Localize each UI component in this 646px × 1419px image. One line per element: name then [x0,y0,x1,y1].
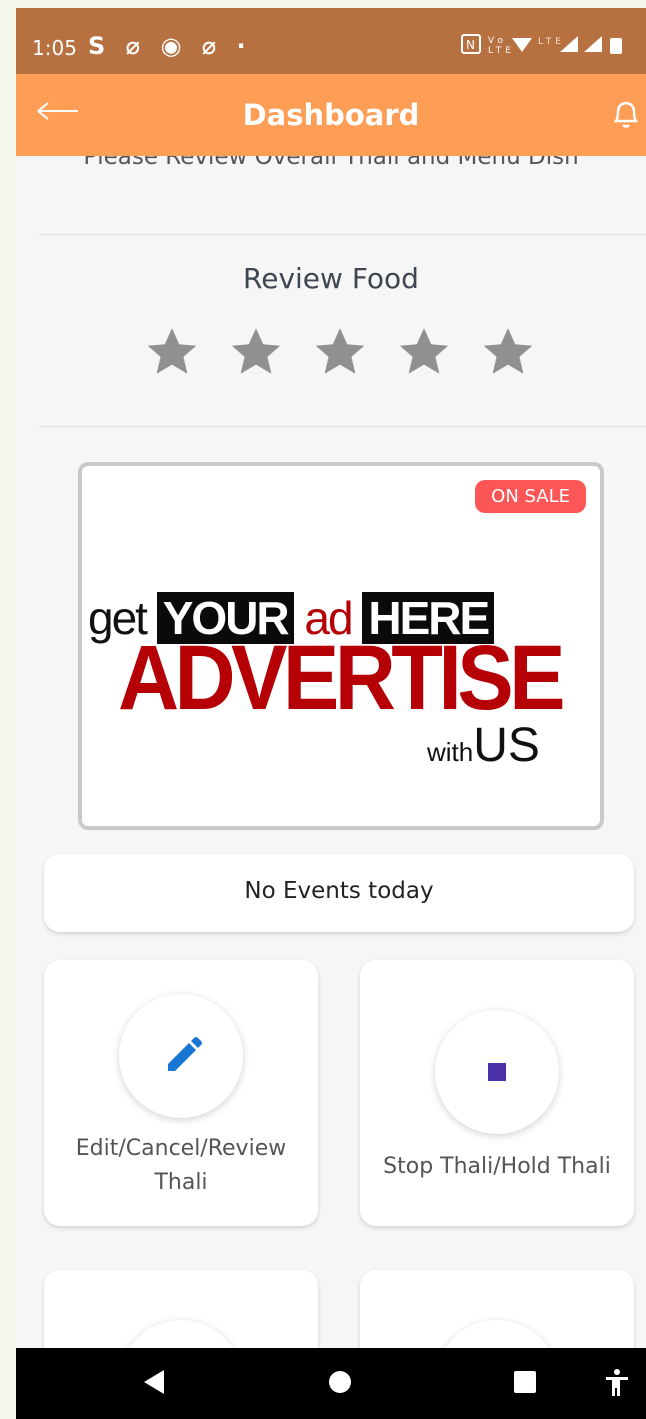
events-card[interactable]: No Events today [44,854,634,932]
on-sale-badge: ON SALE [475,480,586,513]
tile-icon-circle [119,1320,243,1348]
dashboard-content[interactable]: Please Review Overall Thali and Menu Dis… [16,156,646,1348]
star-4-icon[interactable] [396,324,452,380]
ad-with-us: withUS [427,718,540,773]
svg-text:N: N [466,38,479,52]
status-time: 1:05 [32,36,77,60]
svg-text:LTE: LTE [538,37,565,47]
star-5-icon[interactable] [480,324,536,380]
dashboard-tile[interactable] [44,1270,318,1348]
tile-label: Edit/Cancel/Review Thali [75,1136,287,1195]
notification-icons: S ⌀ ◉ ⌀ · [88,32,252,60]
app-bar: Dashboard [16,74,646,156]
ad-advertise-text: ADVERTISE [118,627,566,729]
tile-icon-circle [435,1320,559,1348]
pencil-icon [168,1037,202,1071]
phone-screen: 1:05 S ⌀ ◉ ⌀ · N Vo LTE LTE Dashboard Pl… [16,8,646,1419]
back-triangle-icon[interactable] [142,1368,166,1396]
home-circle-icon[interactable] [328,1368,352,1396]
ad-us-text: US [473,719,540,772]
svg-text:LTE: LTE [488,46,515,56]
stop-icon-circle [435,1010,559,1134]
stop-icon [488,1063,506,1081]
status-glyphs-icon: N Vo LTE LTE [461,34,622,56]
system-status-icons: N Vo LTE LTE [460,32,640,61]
svg-text:Vo: Vo [488,36,507,46]
accessibility-icon[interactable] [604,1368,630,1398]
advertisement-banner[interactable]: ON SALE get YOUR ad HERE ADVERTISE withU… [78,462,604,830]
edit-cancel-review-thali-tile[interactable]: Edit/Cancel/Review Thali [44,960,318,1226]
recents-square-icon[interactable] [513,1368,537,1396]
star-2-icon[interactable] [228,324,284,380]
review-instruction: Please Review Overall Thali and Menu Dis… [83,156,579,170]
tile-label: Stop Thali/Hold Thali [383,1154,611,1179]
divider [38,426,646,427]
star-1-icon[interactable] [144,324,200,380]
status-bar: 1:05 S ⌀ ◉ ⌀ · N Vo LTE LTE [16,8,646,74]
divider [38,234,646,235]
rating-stars [144,324,544,382]
events-status: No Events today [244,878,434,904]
review-food-heading: Review Food [243,262,419,295]
star-3-icon[interactable] [312,324,368,380]
bell-icon[interactable] [606,94,646,134]
system-nav-bar [16,1348,646,1419]
edit-icon-circle [119,994,243,1118]
ad-with-text: with [427,737,474,767]
page-title: Dashboard [242,98,420,132]
stop-hold-thali-tile[interactable]: Stop Thali/Hold Thali [360,960,634,1226]
dashboard-tile[interactable] [360,1270,634,1348]
